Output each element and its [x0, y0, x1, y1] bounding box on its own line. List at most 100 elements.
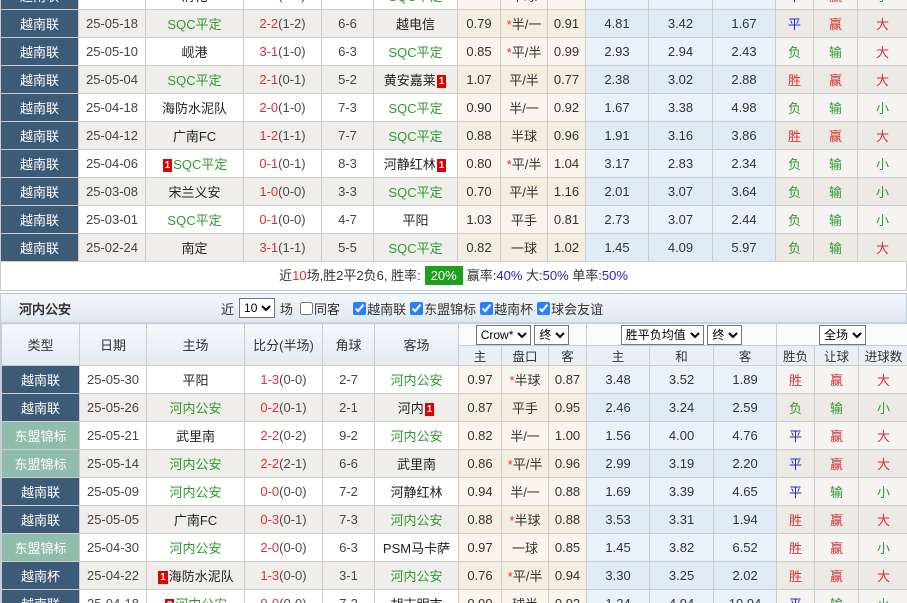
asian-time-select[interactable]: 终 — [534, 325, 569, 345]
handicap-result-cell: 输 — [815, 590, 859, 603]
league-checkbox[interactable] — [480, 302, 493, 315]
handicap-result-cell: 赢 — [815, 422, 859, 450]
handicap-result-cell: 输 — [814, 150, 858, 178]
asian-away-odds-cell: 1.16 — [548, 178, 586, 206]
euro-odds-cell: 3.39 — [650, 478, 714, 506]
away-team-cell: 武里南 — [375, 450, 459, 478]
league-filter[interactable]: 东盟锦标 — [410, 299, 476, 318]
asian-handicap-cell: *平/半 — [501, 150, 548, 178]
goals-result-cell: 大 — [859, 366, 907, 394]
same-away-checkbox[interactable] — [300, 302, 313, 315]
home-team-cell: 1海防水泥队 — [147, 562, 245, 590]
asian-home-odds-cell: 0.97 — [459, 366, 502, 394]
match-row: 越南联25-04-18海防水泥队2-0(1-0)7-3SQC平定0.90半/一0… — [1, 94, 907, 122]
league-checkbox[interactable] — [410, 302, 423, 315]
result-cell: 胜 — [777, 506, 815, 534]
euro-odds-cell: 4.76 — [714, 422, 777, 450]
score-cell: 2-2(2-1) — [245, 450, 323, 478]
asian-handicap-cell: *半/一 — [501, 10, 548, 38]
away-team-cell: 胡志明市 — [375, 590, 459, 603]
result-cell: 胜 — [777, 534, 815, 562]
recent-count-select[interactable]: 10 — [239, 298, 275, 318]
euro-time-select[interactable]: 终 — [707, 325, 742, 345]
result-cell: 负 — [776, 206, 814, 234]
euro-odds-cell: 4.09 — [649, 234, 713, 262]
match-row: 越南联25-05-05广南FC0-3(0-1)7-3河内公安0.88*半球0.8… — [2, 506, 907, 534]
team-name: 河内公安 — [390, 513, 442, 528]
score-cell: 0-0(0-0) — [245, 478, 323, 506]
summary-part: 赢率: — [467, 268, 497, 283]
asian-handicap-cell: 一球 — [502, 534, 549, 562]
col-asian-home: 主 — [459, 346, 502, 366]
euro-odds-cell: 1.89 — [714, 366, 777, 394]
col-score: 比分(半场) — [245, 324, 323, 366]
goals-result-cell: 小 — [858, 206, 907, 234]
team1-history-table: 越南联25-05-27清化1-1(1-0)2-3SQC平定0.90半球0.921… — [0, 0, 907, 262]
corners-cell: 2-1 — [323, 394, 375, 422]
euro-odds-cell: 1.94 — [714, 506, 777, 534]
goals-result-cell: 大 — [858, 66, 907, 94]
team-name: 平阳 — [402, 213, 428, 228]
asian-home-odds-cell: 0.90 — [458, 0, 501, 10]
asian-odds-controls: Crow* 终 — [459, 324, 587, 346]
result-cell: 平 — [777, 590, 815, 603]
euro-odds-cell: 3.39 — [649, 0, 713, 10]
team-name: 河内公安 — [169, 457, 221, 472]
euro-odds-cell: 2.83 — [649, 150, 713, 178]
league-checkbox[interactable] — [353, 302, 366, 315]
league-cell: 越南杯 — [2, 562, 80, 590]
score-cell: 2-0(0-0) — [245, 534, 323, 562]
team-name: 河内公安 — [390, 429, 442, 444]
euro-odds-cell: 1.94 — [586, 0, 649, 10]
euro-odds-cell: 3.30 — [587, 562, 650, 590]
away-team-cell: 河内公安 — [375, 506, 459, 534]
asian-source-select[interactable]: Crow* — [476, 325, 531, 345]
goals-result-cell: 大 — [858, 10, 907, 38]
team-name: 河内公安 — [169, 401, 221, 416]
corners-cell: 7-7 — [322, 122, 374, 150]
league-filter[interactable]: 越南联 — [353, 299, 406, 318]
scope-select[interactable]: 全场 — [819, 325, 866, 345]
asian-home-odds-cell: 0.97 — [459, 534, 502, 562]
team-name: 广南FC — [174, 513, 217, 528]
euro-source-select[interactable]: 胜平负均值 — [621, 325, 704, 345]
euro-odds-cell: 2.02 — [714, 562, 777, 590]
asian-home-odds-cell: 0.82 — [459, 422, 502, 450]
corners-cell: 7-3 — [323, 506, 375, 534]
asian-home-odds-cell: 0.94 — [459, 478, 502, 506]
result-cell: 负 — [776, 150, 814, 178]
asian-handicap-cell: *平/半 — [502, 450, 549, 478]
league-cell: 越南联 — [2, 506, 80, 534]
rank-badge: 1 — [437, 159, 447, 172]
goals-result-cell: 大 — [859, 450, 907, 478]
league-cell: 越南联 — [1, 122, 79, 150]
team-name: 河内公安 — [169, 541, 221, 556]
result-cell: 胜 — [776, 122, 814, 150]
euro-odds-cell: 1.45 — [587, 534, 650, 562]
asian-handicap-cell: 半/一 — [501, 94, 548, 122]
summary-part: 50% — [543, 268, 569, 283]
home-team-cell: SQC平定 — [146, 206, 244, 234]
corners-cell: 6-3 — [322, 38, 374, 66]
col-date: 日期 — [80, 324, 147, 366]
match-row: 越南联25-05-30平阳1-3(0-0)2-7河内公安0.97*半球0.873… — [2, 366, 907, 394]
asian-away-odds-cell: 0.92 — [549, 590, 587, 603]
home-team-cell: 1SQC平定 — [146, 150, 244, 178]
asian-handicap-cell: 半球 — [501, 122, 548, 150]
goals-result-cell: 大 — [859, 422, 907, 450]
league-cell: 东盟锦标 — [2, 422, 80, 450]
date-cell: 25-05-27 — [79, 0, 146, 10]
asian-away-odds-cell: 1.04 — [548, 150, 586, 178]
same-away-filter[interactable]: 同客 — [300, 299, 340, 318]
asian-handicap-cell: 半/一 — [502, 478, 549, 506]
score-cell: 0-2(0-1) — [245, 394, 323, 422]
away-team-cell: 河内1 — [375, 394, 459, 422]
league-checkbox[interactable] — [537, 302, 550, 315]
league-cell: 越南联 — [1, 66, 79, 94]
league-cell: 越南联 — [1, 0, 79, 10]
euro-odds-cell: 2.43 — [713, 38, 776, 66]
asian-home-odds-cell: 0.80 — [458, 150, 501, 178]
league-filter[interactable]: 越南杯 — [480, 299, 533, 318]
date-cell: 25-04-22 — [80, 562, 147, 590]
league-filter[interactable]: 球会友谊 — [537, 299, 603, 318]
